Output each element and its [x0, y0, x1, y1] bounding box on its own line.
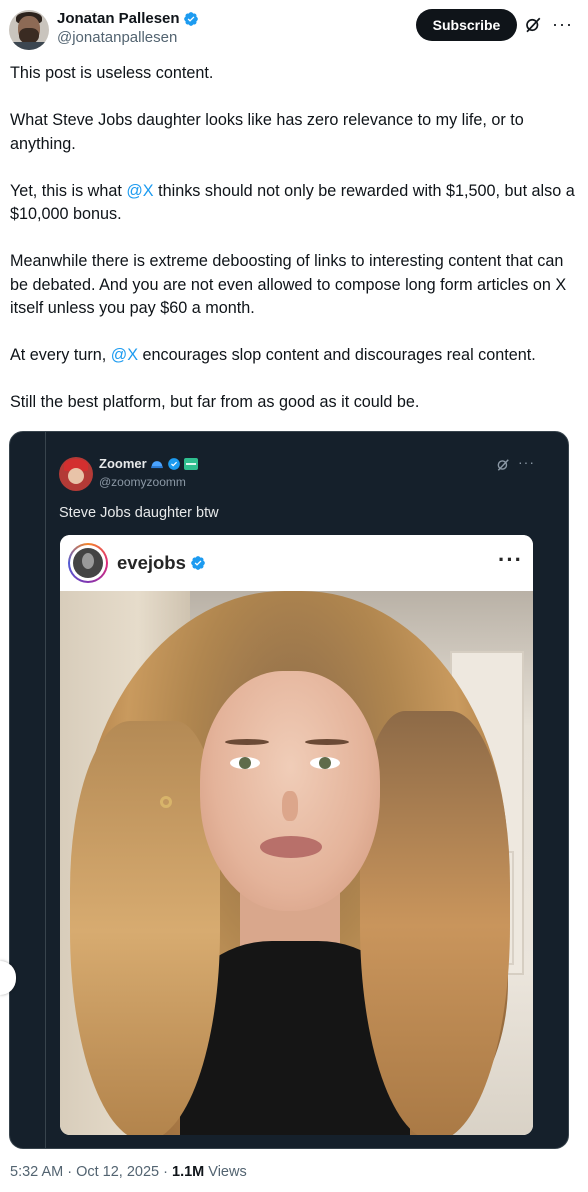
- post-header: Jonatan Pallesen @jonatanpallesen Subscr…: [0, 0, 588, 56]
- paragraph-6: Still the best platform, but far from as…: [10, 393, 420, 411]
- post-metadata: 5:32 AM · Oct 12, 2025 · 1.1M Views: [10, 1164, 247, 1180]
- author-avatar[interactable]: [9, 10, 49, 50]
- verified-badge-icon: [183, 11, 198, 26]
- views-count: 1.1M: [172, 1164, 205, 1180]
- quoted-author-avatar[interactable]: [59, 457, 93, 491]
- quoted-text: Steve Jobs daughter btw: [59, 505, 219, 521]
- author-handle[interactable]: @jonatanpallesen: [57, 29, 177, 46]
- more-icon[interactable]: ···: [552, 14, 574, 36]
- paragraph-5-end: encourages slop content and discourages …: [138, 346, 536, 364]
- mention-link[interactable]: @X: [111, 346, 138, 364]
- grok-icon[interactable]: [496, 458, 510, 472]
- instagram-post-image[interactable]: evejobs ···: [60, 535, 533, 1135]
- views-label: Views: [204, 1164, 247, 1180]
- more-icon: ···: [498, 547, 523, 572]
- paragraph-5: At every turn, @X encourages slop conten…: [10, 344, 575, 368]
- verified-badge-icon: [167, 457, 180, 470]
- instagram-header: evejobs ···: [60, 535, 533, 591]
- paragraph-5-start: At every turn,: [10, 346, 111, 364]
- paragraph-1: This post is useless content.: [10, 64, 214, 82]
- timestamp[interactable]: 5:32 AM · Oct 12, 2025 ·: [10, 1164, 172, 1180]
- mention-link[interactable]: @X: [126, 182, 153, 200]
- helmet-emoji-icon: [150, 460, 163, 468]
- verified-badge-icon: [191, 556, 205, 570]
- author-name[interactable]: Jonatan Pallesen: [57, 10, 180, 27]
- thread-line: [45, 432, 46, 1148]
- paragraph-4: Meanwhile there is extreme deboosting of…: [10, 252, 567, 317]
- portrait-photo: [60, 591, 533, 1135]
- subscribe-button[interactable]: Subscribe: [416, 9, 517, 41]
- quoted-post[interactable]: Zoomer @zoomyzoomm ··· Steve Jobs daught…: [9, 431, 569, 1149]
- flag-badge-icon: [183, 457, 198, 470]
- quoted-name-row: Zoomer: [99, 456, 198, 471]
- instagram-name-row: evejobs: [117, 552, 206, 574]
- instagram-avatar: [68, 543, 108, 583]
- paragraph-3-start: Yet, this is what: [10, 181, 127, 200]
- author-name-row: Jonatan Pallesen: [57, 10, 199, 27]
- more-icon[interactable]: ···: [518, 454, 535, 470]
- instagram-username: evejobs: [117, 552, 186, 573]
- paragraph-3: Yet, this is what @X thinks should not o…: [10, 180, 575, 227]
- paragraph-2: What Steve Jobs daughter looks like has …: [10, 111, 524, 153]
- grok-icon[interactable]: [524, 16, 542, 34]
- quoted-author-name[interactable]: Zoomer: [99, 456, 147, 471]
- quoted-author-handle[interactable]: @zoomyzoomm: [99, 475, 186, 489]
- post-body: This post is useless content. What Steve…: [10, 62, 575, 438]
